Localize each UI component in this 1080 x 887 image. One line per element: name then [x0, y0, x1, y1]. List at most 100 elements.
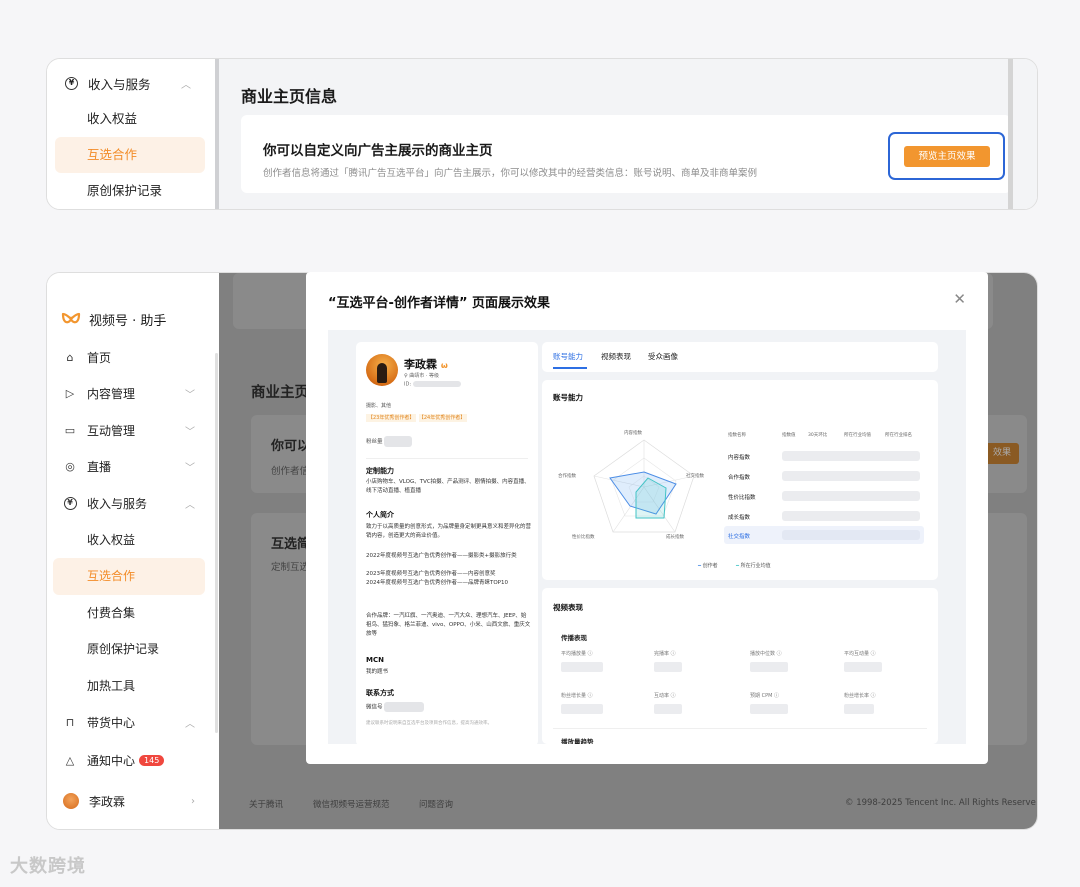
content-scrollbar[interactable]	[1008, 59, 1013, 209]
sidebar-group-income[interactable]: ¥ 收入与服务 ︿	[47, 65, 215, 101]
chevron-up-icon: ︿	[185, 718, 195, 730]
table-row-label: 社交指数	[728, 534, 751, 540]
divider	[553, 728, 927, 729]
mcn-heading: MCN	[366, 656, 384, 664]
intro-heading: 个人简介	[366, 511, 394, 519]
modal-title: “互选平台-创作者详情” 页面展示效果	[328, 296, 551, 311]
capability-card: 账号能力 内容指数 社交指数 成长指数 性价比指数 合作指数 指数名称 指数值 …	[542, 380, 938, 580]
metric-label: 预期 CPM ⓘ	[750, 693, 780, 699]
table-row-label: 成长指数	[728, 515, 751, 521]
footer-link-about[interactable]: 关于腾讯	[249, 798, 283, 810]
nav-label: 直播	[87, 460, 112, 475]
creator-name: 李政霖 ω	[404, 358, 448, 371]
legend-industry-avg: ━ 所在行业均值	[736, 563, 771, 569]
chevron-down-icon: ﹀	[185, 426, 195, 438]
blurred-values	[782, 471, 920, 481]
ability-text: 小店购物车、VLOG、TVC拍摄、产品测评、剧情拍摄、内容直播、线下活动直播、植…	[366, 479, 530, 494]
award-tag: 【24年优秀创作者】	[419, 414, 468, 422]
blurred-values	[782, 491, 920, 501]
tab-bar: 账号能力 视频表现 受众画像	[542, 342, 938, 372]
sidebar-item-income-rights[interactable]: 收入权益	[47, 101, 215, 137]
trend-heading: 播放量趋势	[561, 738, 594, 744]
nav-mutual-selection[interactable]: 互选合作	[53, 558, 205, 595]
nav-original-protection[interactable]: 原创保护记录	[47, 631, 219, 668]
metric-label: 播放中位数 ⓘ	[750, 651, 782, 657]
contact-note: 建议联系时说明来自互选平台及项目合作信息，提高沟通效率。	[366, 721, 492, 726]
nav-commerce-center[interactable]: ⊓ 带货中心 ︿	[47, 704, 219, 741]
sidebar-item-mutual-selection[interactable]: 互选合作	[55, 137, 205, 173]
channels-logo-icon	[61, 312, 81, 324]
preview-homepage-button[interactable]: 预览主页效果	[904, 146, 990, 167]
award-line: 2022年度视频号互选广告优秀创作者——摄影类+摄影旅行类	[366, 553, 517, 559]
page-title: 商业主页信息	[241, 87, 338, 106]
table-header: 所在行业排名	[885, 433, 912, 438]
play-box-icon: ▷	[65, 387, 75, 401]
chevron-down-icon: ﹀	[185, 463, 195, 475]
watermark-logo: 大数跨境	[10, 856, 86, 877]
tab-video-performance[interactable]: 视频表现	[601, 351, 631, 362]
footer-link-rules[interactable]: 微信视频号运营规范	[313, 798, 390, 810]
tab-account-ability[interactable]: 账号能力	[553, 351, 583, 362]
brand-header[interactable]: 视频号 · 助手	[47, 299, 219, 339]
radar-label: 社交指数	[686, 474, 704, 479]
table-row-label: 合作指数	[728, 475, 751, 481]
nav-live[interactable]: ◎ 直播 ﹀	[47, 449, 219, 486]
radar-label: 成长指数	[666, 535, 684, 540]
nav-content-management[interactable]: ▷ 内容管理 ﹀	[47, 376, 219, 413]
sidebar-item-original-protection[interactable]: 原创保护记录	[47, 173, 215, 209]
brands-text: 合作品牌：一汽红旗、一汽奥迪、一汽大众、理想汽车、JEEP、始祖鸟、猛犸象、格兰…	[366, 613, 531, 637]
nav-home[interactable]: ⌂ 首页	[47, 339, 219, 376]
footer-link-help[interactable]: 问题咨询	[419, 798, 453, 810]
nav-boost-tools[interactable]: 加热工具	[47, 668, 219, 705]
metric-value	[844, 662, 882, 672]
table-header: 指数值	[782, 433, 796, 438]
close-icon[interactable]: ✕	[953, 290, 966, 308]
video-performance-card: 视频表现 传播表现 平均播放量 ⓘ 完播率 ⓘ 播放中位数 ⓘ 平均互动量 ⓘ …	[542, 588, 938, 744]
nav-income-rights[interactable]: 收入权益	[47, 522, 219, 559]
bg-card1-desc: 创作者信	[271, 466, 310, 477]
radar-chart	[593, 439, 695, 533]
nav-income-services[interactable]: ¥ 收入与服务 ︿	[47, 485, 219, 522]
nav-user-profile[interactable]: 李政霖 ›	[47, 783, 219, 820]
card-title: 你可以自定义向广告主展示的商业主页	[263, 143, 493, 159]
blurred-values	[782, 530, 920, 540]
footer-copyright: © 1998-2025 Tencent Inc. All Rights Rese…	[845, 798, 1036, 808]
radar-label: 性价比指数	[572, 535, 595, 540]
fans-count: 粉丝量	[366, 436, 413, 447]
legend-creator: ━ 创作者	[698, 563, 718, 569]
bg-card2-title: 互选简	[271, 537, 311, 552]
preview-canvas: 李政霖 ω ♀ 曲靖市 · 等级 ID: 摄影、其他 【23年优秀创作者】 【24…	[328, 330, 966, 744]
sidebar-scrollbar[interactable]	[215, 353, 218, 733]
award-line: 2023年度视频号互选广告优秀创作者——内容创意奖	[366, 571, 496, 577]
intro-text: 致力于以高质量的创意形式，为品牌量身定制更具意义和差异化的营销内容，创造更大的商…	[366, 524, 532, 539]
blurred-values	[782, 511, 920, 521]
preview-modal: “互选平台-创作者详情” 页面展示效果 ✕ 李政霖 ω ♀ 曲靖市 · 等级 I…	[306, 272, 988, 764]
creator-tags: 【23年优秀创作者】 【24年优秀创作者】	[366, 414, 470, 422]
nav-label: 收入与服务	[87, 496, 148, 511]
metric-value	[844, 704, 874, 714]
creator-id: ID:	[404, 381, 461, 388]
bg-page-title: 商业主页	[251, 385, 309, 401]
chevron-right-icon: ›	[191, 795, 195, 807]
radar-label: 内容指数	[624, 431, 642, 436]
video-heading: 视频表现	[553, 603, 583, 612]
contact-wechat: 微信号	[366, 702, 531, 713]
nav-paid-collection[interactable]: 付费合集	[47, 595, 219, 632]
nav-label: 内容管理	[87, 387, 136, 402]
sidebar: ¥ 收入与服务 ︿ 收入权益 互选合作 原创保护记录	[47, 59, 215, 209]
creator-avatar	[366, 354, 398, 386]
divider	[366, 458, 528, 459]
table-header: 30天环比	[808, 433, 828, 438]
nav-notifications[interactable]: △ 通知中心 145	[47, 743, 219, 780]
nav-interaction-management[interactable]: ▭ 互动管理 ﹀	[47, 412, 219, 449]
metric-label: 完播率 ⓘ	[654, 651, 676, 657]
tab-audience-profile[interactable]: 受众画像	[648, 351, 678, 362]
chevron-up-icon: ︿	[181, 79, 191, 91]
mcn-value: 我的题书	[366, 669, 389, 675]
creator-profile-card: 李政霖 ω ♀ 曲靖市 · 等级 ID: 摄影、其他 【23年优秀创作者】 【24…	[356, 342, 538, 744]
metric-label: 互动率 ⓘ	[654, 693, 676, 699]
metric-value	[654, 662, 682, 672]
table-row-label: 内容指数	[728, 455, 751, 461]
sidebar: 视频号 · 助手 ⌂ 首页 ▷ 内容管理 ﹀ ▭ 互动管理 ﹀ ◎ 直播 ﹀ ¥…	[47, 273, 219, 829]
metric-label: 平均播放量 ⓘ	[561, 651, 593, 657]
